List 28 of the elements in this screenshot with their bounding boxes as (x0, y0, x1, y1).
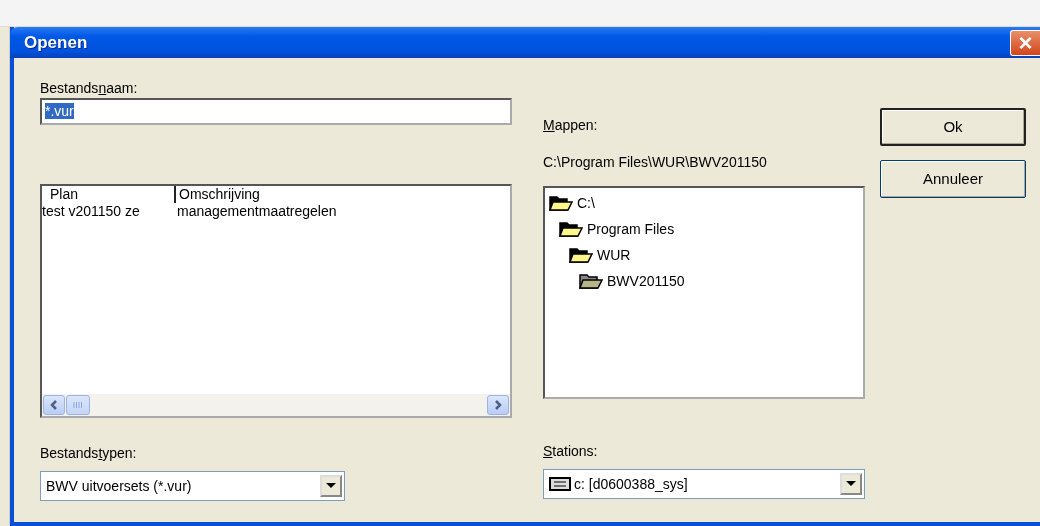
scroll-thumb[interactable] (66, 395, 90, 415)
field-label: Bestandstypen: (40, 444, 138, 463)
scroll-right-icon[interactable] (487, 395, 509, 415)
filename-field[interactable]: *.vur (40, 98, 512, 125)
folder-icon (559, 220, 583, 238)
cancel-button[interactable]: Annuleer (880, 160, 1026, 198)
list-cell-text: managementmaatregelen (176, 203, 337, 220)
folder-item[interactable]: WUR (569, 242, 859, 268)
field-label: Stations: (543, 442, 599, 461)
drive-icon (549, 477, 571, 491)
column-header[interactable]: Omschrijving (174, 186, 260, 203)
folder-item[interactable]: Program Files (559, 216, 859, 242)
drive-dropdown[interactable]: c: [d0600388_sys] (543, 469, 865, 499)
folder-item[interactable]: C:\ (549, 190, 859, 216)
folder-icon (549, 194, 573, 212)
horizontal-scrollbar[interactable] (42, 394, 510, 416)
filetype-dropdown[interactable]: BWV uitvoersets (*.vur) (40, 471, 345, 501)
window-title: Openen (24, 31, 88, 54)
list-cell-text: test v201150 ze (42, 203, 141, 220)
ok-button[interactable]: Ok (880, 108, 1026, 146)
field-label: Bestandsnaam: (40, 79, 139, 98)
field-label: Mappen: (543, 116, 599, 135)
folder-path: C:\Program Files\WUR\BWV201150 (543, 153, 768, 172)
folder-icon (579, 272, 603, 290)
folder-item[interactable]: BWV201150 (579, 268, 859, 294)
column-header[interactable]: Plan (42, 186, 174, 203)
folder-icon (569, 246, 593, 264)
scroll-left-icon[interactable] (43, 395, 65, 415)
